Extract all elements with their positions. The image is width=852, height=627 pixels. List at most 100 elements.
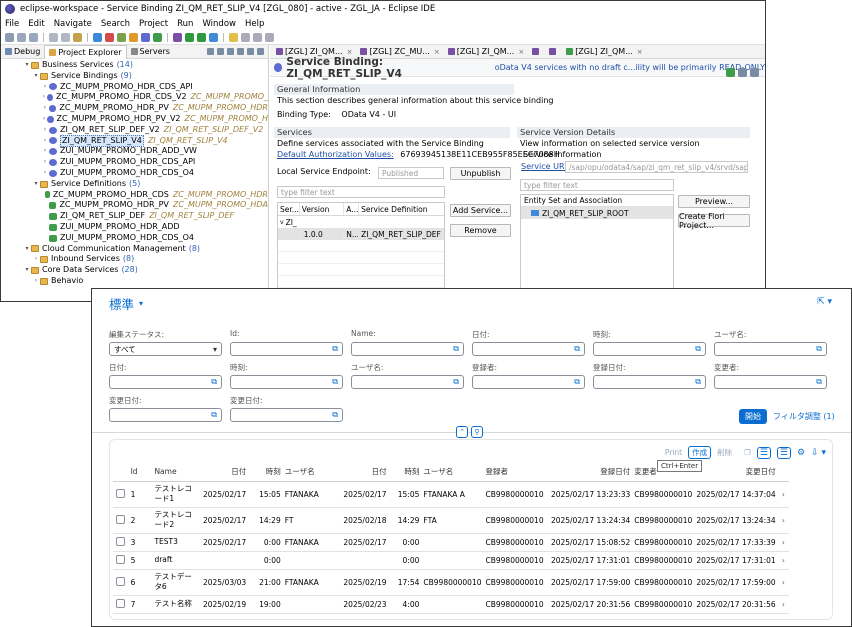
menu-search[interactable]: Search (101, 19, 130, 29)
menu-file[interactable]: File (5, 19, 19, 29)
collapsed-twisty-icon[interactable]: › (41, 136, 49, 147)
value-help-icon[interactable]: ⧉ (574, 344, 580, 354)
menu-edit[interactable]: Edit (28, 19, 44, 29)
table-row[interactable]: 7 テスト名称 2025/02/19 19:00 2025/02/23 4:00 CB998… (113, 595, 789, 614)
collapse-all-icon[interactable] (207, 48, 214, 55)
services-filter-input[interactable]: type filter text (277, 186, 445, 198)
tree-item[interactable]: ▾ Business Services (14) (1, 60, 268, 71)
collapsed-twisty-icon[interactable]: › (41, 82, 49, 93)
collapsed-twisty-icon[interactable]: › (41, 157, 49, 168)
collapsed-twisty-icon[interactable]: › (41, 125, 49, 136)
filter-input[interactable]: ⧉ (472, 375, 585, 389)
row-checkbox[interactable] (116, 598, 126, 608)
entity-set-item[interactable]: ZI_QM_RET_SLIP_ROOT (521, 207, 673, 219)
export-icon[interactable] (726, 68, 735, 77)
tree-item[interactable]: › ZC_MUPM_PROMO_HDR_CDS_API (1, 82, 268, 93)
menu-run[interactable]: Run (177, 19, 193, 29)
col-created-at[interactable]: 登録日付 (548, 463, 633, 482)
tree-item[interactable]: ▾ Service Definitions (5) (1, 179, 268, 190)
col-id[interactable]: Id (128, 463, 153, 482)
value-help-icon[interactable]: ⧉ (453, 344, 459, 354)
add-service-button[interactable]: Add Service... (450, 204, 511, 217)
tree-item[interactable]: › ZUI_MUPM_PROMO_HDR_CDS_O4 (1, 168, 268, 179)
step-icon[interactable] (117, 33, 126, 42)
collapsed-twisty-icon[interactable]: › (41, 103, 49, 114)
check-icon[interactable] (153, 33, 162, 42)
filter-input[interactable]: ⧉ (230, 375, 343, 389)
row-navigation-icon[interactable]: › (777, 481, 789, 508)
open-folder-icon[interactable] (73, 33, 82, 42)
collapsed-twisty-icon[interactable]: › (41, 168, 49, 179)
chevron-down-icon[interactable]: ▾ (213, 345, 217, 354)
col-user1[interactable]: ユーザ名 (282, 463, 342, 482)
filter-icon[interactable] (227, 48, 234, 55)
expand-icon[interactable]: ☰ (756, 446, 771, 459)
collapsed-twisty-icon[interactable]: › (32, 254, 40, 265)
collapsed-twisty-icon[interactable]: › (32, 276, 40, 287)
editor-tab[interactable] (545, 45, 562, 59)
tree-item[interactable]: ZI_QM_RET_SLIP_DEF ZI_QM_RET_SLIP_DEF (1, 211, 268, 222)
menu-help[interactable]: Help (245, 19, 264, 29)
refresh-icon[interactable] (738, 68, 747, 77)
share-icon[interactable]: ⇱ ▾ (817, 297, 832, 307)
col-changed-by[interactable]: 変更者 (632, 463, 695, 482)
filter-input[interactable]: ⧉ (230, 408, 343, 422)
filter-input[interactable]: ⧉ (714, 375, 827, 389)
value-help-icon[interactable]: ⧉ (211, 377, 217, 387)
tree-item[interactable]: › ZC_MUPM_PROMO_HDR_PV ZC_MUPM_PROMO_HDR (1, 103, 268, 114)
readonly-warning[interactable]: oData V4 services with no draft c...ilit… (495, 63, 765, 72)
tree-item[interactable]: ▾ Service Bindings (9) (1, 71, 268, 82)
col-time1[interactable]: 時刻 (248, 463, 283, 482)
preview-button[interactable]: Preview... (678, 195, 750, 208)
filter-input[interactable]: ⧉ (109, 375, 222, 389)
value-help-icon[interactable]: ⧉ (211, 410, 217, 420)
create-fiori-project-button[interactable]: Create Fiori Project... (678, 212, 750, 230)
grid-row[interactable]: 1.0.0 N... ZI_QM_RET_SLIP_DEF (278, 228, 444, 240)
create-button[interactable]: 作成 (688, 446, 712, 459)
stop-icon[interactable] (105, 33, 114, 42)
value-help-icon[interactable]: ⧉ (816, 344, 822, 354)
col-date1[interactable]: 日付 (200, 463, 249, 482)
help-icon[interactable] (750, 68, 759, 77)
row-navigation-icon[interactable]: › (777, 507, 789, 534)
menu-project[interactable]: Project (139, 19, 168, 29)
filter-input[interactable]: ⧉ (472, 342, 585, 356)
row-checkbox[interactable] (116, 514, 126, 524)
save-icon[interactable] (17, 33, 26, 42)
maximize-icon[interactable] (257, 48, 264, 55)
abap-icon[interactable] (141, 33, 150, 42)
col-name[interactable]: Name (152, 463, 201, 482)
menu-window[interactable]: Window (202, 19, 236, 29)
tree-item[interactable]: › Inbound Services (8) (1, 254, 268, 265)
pin-header-icon[interactable]: ⚲ (471, 426, 483, 438)
collapse-icon[interactable]: ☰ (776, 446, 791, 459)
tab-project-explorer[interactable]: Project Explorer (44, 44, 127, 59)
table-row[interactable]: 5 draft 0:00 0:00 CB9980000010 2025/02/17 17:… (113, 551, 789, 570)
row-navigation-icon[interactable]: › (777, 551, 789, 570)
view-menu-icon[interactable] (237, 48, 244, 55)
value-help-icon[interactable]: ⧉ (695, 377, 701, 387)
expanded-twisty-icon[interactable]: ▾ (23, 265, 31, 276)
value-help-icon[interactable]: ⧉ (816, 377, 822, 387)
export-icon[interactable]: ⇩ ▾ (811, 448, 826, 458)
col-changed-at[interactable]: 変更日付 (694, 463, 778, 482)
filter-input[interactable]: ⧉ (593, 342, 706, 356)
tree-item[interactable]: ZUI_MUPM_PROMO_HDR_ADD (1, 222, 268, 233)
grid-group-row[interactable]: v ZI_ (278, 216, 444, 228)
default-auth-link[interactable]: Default Authorization Values: (277, 150, 394, 159)
remove-button[interactable]: Remove (450, 224, 511, 237)
expanded-twisty-icon[interactable]: ▾ (32, 71, 40, 82)
tree-item[interactable]: › ZUI_MUPM_PROMO_HDR_ADD_VW (1, 146, 268, 157)
tree-item[interactable]: › ZI_QM_RET_SLIP_V4 ZI_QM_RET_SLIP_V4 (1, 134, 268, 148)
save-all-icon[interactable] (29, 33, 38, 42)
table-row[interactable]: 1 テストレコード1 2025/02/17 15:05 FTANAKA 2025/02/1… (113, 481, 789, 508)
value-help-icon[interactable]: ⧉ (332, 344, 338, 354)
delete-button[interactable]: 削除 (717, 447, 732, 458)
external-tools-icon[interactable] (209, 33, 218, 42)
value-help-icon[interactable]: ⧉ (453, 377, 459, 387)
row-checkbox[interactable] (116, 488, 126, 498)
table-row[interactable]: 6 テストデータ6 2025/03/03 21:00 FTANAKA 2025/02/19… (113, 569, 789, 596)
editor-tab[interactable] (528, 45, 545, 59)
table-row[interactable]: 2 テストレコード2 2025/02/17 14:29 FT 2025/02/18 14:2… (113, 507, 789, 534)
adapt-filters-button[interactable]: フィルタ調整 (1) (773, 411, 835, 422)
